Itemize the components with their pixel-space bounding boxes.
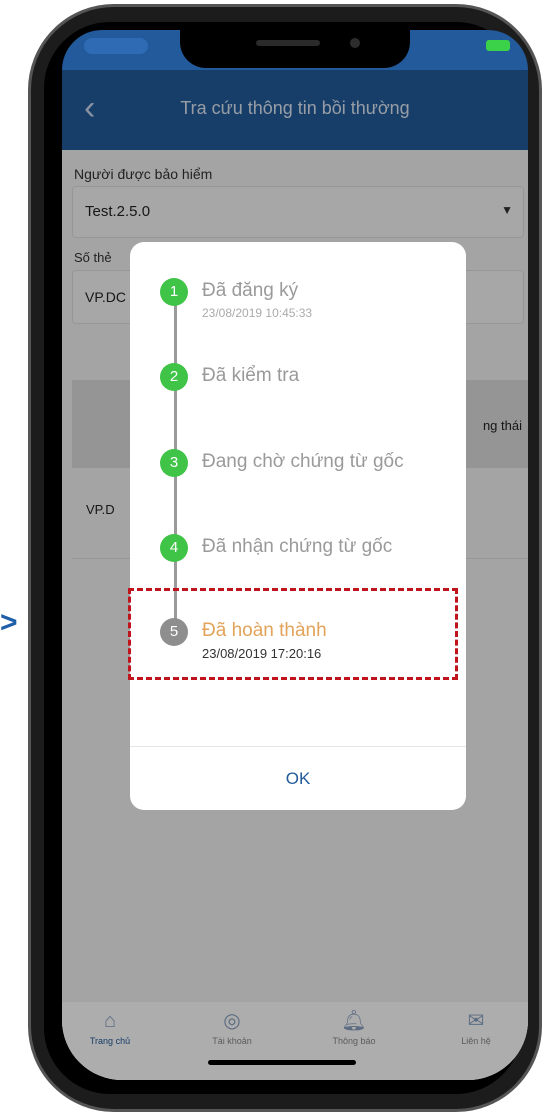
ok-button[interactable]: OK	[130, 748, 466, 810]
status-dialog: 1 Đã đăng ký 23/08/2019 10:45:33 2 Đã ki…	[130, 242, 466, 810]
step-4-title: Đã nhận chứng từ gốc	[202, 536, 393, 557]
dialog-divider	[130, 746, 466, 747]
step-1-title: Đã đăng ký	[202, 280, 299, 301]
notch	[180, 24, 410, 68]
home-indicator[interactable]	[208, 1060, 356, 1065]
step-3-badge: 3	[160, 449, 188, 477]
highlight-box	[128, 588, 458, 680]
step-1-badge: 1	[160, 278, 188, 306]
status-indicator	[84, 38, 148, 54]
step-4-badge: 4	[160, 534, 188, 562]
step-3-title: Đang chờ chứng từ gốc	[202, 451, 404, 472]
battery-icon	[486, 40, 510, 51]
speaker	[256, 40, 320, 46]
step-2-badge: 2	[160, 363, 188, 391]
step-1-time: 23/08/2019 10:45:33	[202, 306, 313, 320]
camera	[350, 38, 360, 48]
step-2-title: Đã kiểm tra	[202, 365, 300, 386]
pointer-arrow: >	[0, 606, 18, 639]
